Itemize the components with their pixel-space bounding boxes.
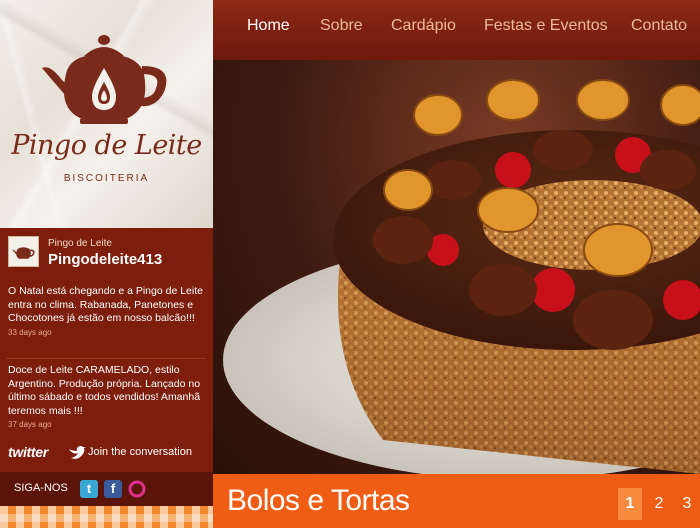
nav-cardapio[interactable]: Cardápio <box>391 17 456 35</box>
nav-sobre[interactable]: Sobre <box>320 17 363 35</box>
twitter-logo[interactable]: twitter <box>8 444 48 460</box>
twitter-footer: twitter Join the conversation <box>8 444 208 466</box>
hero-image <box>213 60 700 474</box>
tweet-text: O Natal está chegando e a Pingo de Leite… <box>8 285 203 324</box>
brand-name: Pingo de Leite <box>11 130 202 161</box>
tweet-text: Doce de Leite CARAMELADO, estilo Argenti… <box>8 364 201 417</box>
tweet: Doce de Leite CARAMELADO, estilo Argenti… <box>8 364 206 430</box>
main-nav: Home Sobre Cardápio Festas e Eventos Con… <box>213 0 700 60</box>
pagination-page-2[interactable]: 2 <box>647 488 671 520</box>
caption-bar: Bolos e Tortas 1 2 3 <box>213 474 700 528</box>
tweet: O Natal está chegando e a Pingo de Leite… <box>8 285 206 338</box>
twitter-bird-icon <box>69 446 86 459</box>
divider <box>6 358 206 359</box>
facebook-icon[interactable]: f <box>104 480 122 498</box>
teapot-icon <box>12 247 35 259</box>
cake-illustration <box>223 79 700 474</box>
join-conversation-link[interactable]: Join the conversation <box>88 446 192 458</box>
logo[interactable]: Pingo de Leite BISCOITERIA <box>0 0 213 228</box>
nav-festas-eventos[interactable]: Festas e Eventos <box>484 17 608 35</box>
sidebar: Pingo de Leite BISCOITERIA Pingo de Leit… <box>0 0 213 528</box>
nav-home[interactable]: Home <box>247 17 290 35</box>
social-bar: SIGA-NOS t f <box>0 472 213 506</box>
twitter-widget: Pingo de Leite Pingodeleite413 O Natal e… <box>0 228 213 472</box>
twitter-handle[interactable]: Pingodeleite413 <box>48 251 162 268</box>
avatar[interactable] <box>8 236 39 267</box>
twitter-profile-header: Pingo de Leite Pingodeleite413 <box>8 236 208 270</box>
tweet-timestamp[interactable]: 33 days ago <box>8 327 206 338</box>
orkut-icon[interactable] <box>128 480 146 498</box>
nav-contato[interactable]: Contato <box>631 17 687 35</box>
twitter-icon[interactable]: t <box>80 480 98 498</box>
pagination-page-3[interactable]: 3 <box>675 488 699 520</box>
brand-tagline: BISCOITERIA <box>63 173 150 184</box>
twitter-display-name[interactable]: Pingo de Leite <box>48 238 112 249</box>
tweet-timestamp[interactable]: 37 days ago <box>8 419 206 430</box>
checkered-tablecloth-decoration <box>0 506 213 528</box>
follow-us-label: SIGA-NOS <box>14 482 68 494</box>
slide-caption: Bolos e Tortas <box>227 484 410 517</box>
pagination-page-1[interactable]: 1 <box>618 488 642 520</box>
teapot-icon <box>42 35 167 124</box>
